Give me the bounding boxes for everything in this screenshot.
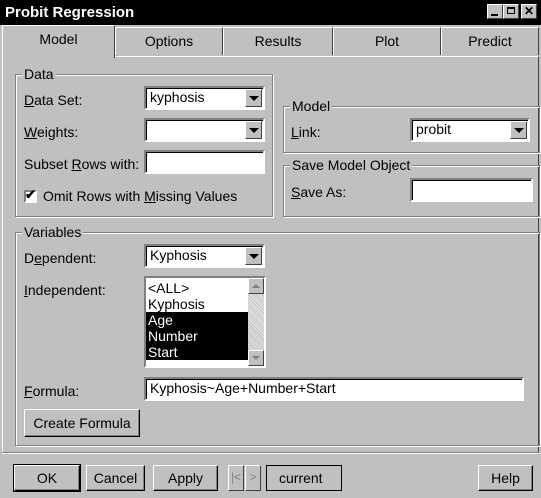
help-button[interactable]: Help [478,465,533,491]
list-item[interactable]: Start [146,344,248,360]
next-button[interactable]: > [245,465,261,491]
weights-label: Weights: [24,124,79,140]
first-button[interactable]: |< [228,465,244,491]
minimize-button[interactable] [487,4,503,19]
data-set-label: Data Set: [24,92,83,108]
tab-model[interactable]: Model [2,25,115,58]
data-set-value: kyphosis [150,89,205,105]
close-button[interactable]: ✕ [521,4,537,19]
tab-plot[interactable]: Plot [333,27,441,55]
save-model-group-title: Save Model Object [290,157,413,173]
current-label: current [279,470,323,486]
tab-options[interactable]: Options [115,27,223,55]
link-dropdown-button[interactable] [510,121,527,139]
weights-dropdown-button[interactable] [245,121,262,139]
tab-plot-label: Plot [374,33,400,49]
maximize-button[interactable] [503,4,519,19]
save-as-label: Save As: [291,184,347,200]
formula-input[interactable]: Kyphosis~Age+Number+Start [144,377,524,401]
help-label: Help [491,470,520,486]
formula-value: Kyphosis~Age+Number+Start [150,380,336,396]
cancel-button[interactable]: Cancel [86,465,145,491]
checkmark-icon: ✔ [25,187,36,202]
probit-regression-dialog: Probit Regression ✕ Model Options Result… [0,0,541,498]
tab-predict[interactable]: Predict [441,27,539,55]
model-group-title: Model [290,98,333,114]
cancel-label: Cancel [93,470,138,486]
tab-predict-label: Predict [468,33,512,49]
independent-label: Independent: [24,282,106,298]
create-formula-button[interactable]: Create Formula [24,409,140,437]
weights-combo[interactable] [144,118,265,142]
scroll-up-button[interactable] [248,278,264,294]
dependent-value: Kyphosis [150,247,207,263]
list-item[interactable]: Age [146,312,248,328]
current-indicator: current [266,465,342,491]
first-icon: |< [230,470,242,484]
variables-group-title: Variables [22,224,84,240]
link-combo[interactable]: probit [410,118,530,142]
independent-scrollbar[interactable] [248,278,264,366]
ok-label: OK [36,470,58,486]
ok-button[interactable]: OK [13,464,81,492]
dependent-label: Dependent: [24,250,97,266]
scroll-down-button[interactable] [248,350,264,366]
tab-model-label: Model [39,31,78,47]
dependent-combo[interactable]: Kyphosis [144,244,265,268]
window-title: Probit Regression [5,4,135,21]
list-item[interactable]: Number [146,328,248,344]
close-icon: ✕ [523,4,535,18]
list-item[interactable]: Kyphosis [146,296,248,312]
tab-options-label: Options [144,33,194,49]
omit-missing-checkbox[interactable]: ✔ [24,187,37,203]
subset-rows-input[interactable] [144,150,265,174]
next-icon: > [249,470,257,484]
independent-listbox[interactable]: <ALL> Kyphosis Age Number Start [144,276,266,368]
apply-button[interactable]: Apply [153,465,218,491]
dependent-dropdown-button[interactable] [245,247,262,265]
save-as-input[interactable] [410,178,533,202]
subset-rows-label: Subset Rows with: [24,156,140,172]
link-label: Link: [291,124,321,140]
tab-results-label: Results [254,33,302,49]
omit-missing-label: Omit Rows with Missing Values [43,188,238,204]
data-set-combo[interactable]: kyphosis [144,86,265,110]
data-set-dropdown-button[interactable] [245,89,262,107]
tab-results[interactable]: Results [223,27,333,55]
list-item[interactable]: <ALL> [146,280,248,296]
title-bar[interactable]: Probit Regression ✕ [0,0,541,25]
apply-label: Apply [167,470,204,486]
link-value: probit [416,121,452,137]
formula-label: Formula: [24,383,80,399]
create-formula-label: Create Formula [33,415,131,431]
data-group-title: Data [22,66,56,82]
